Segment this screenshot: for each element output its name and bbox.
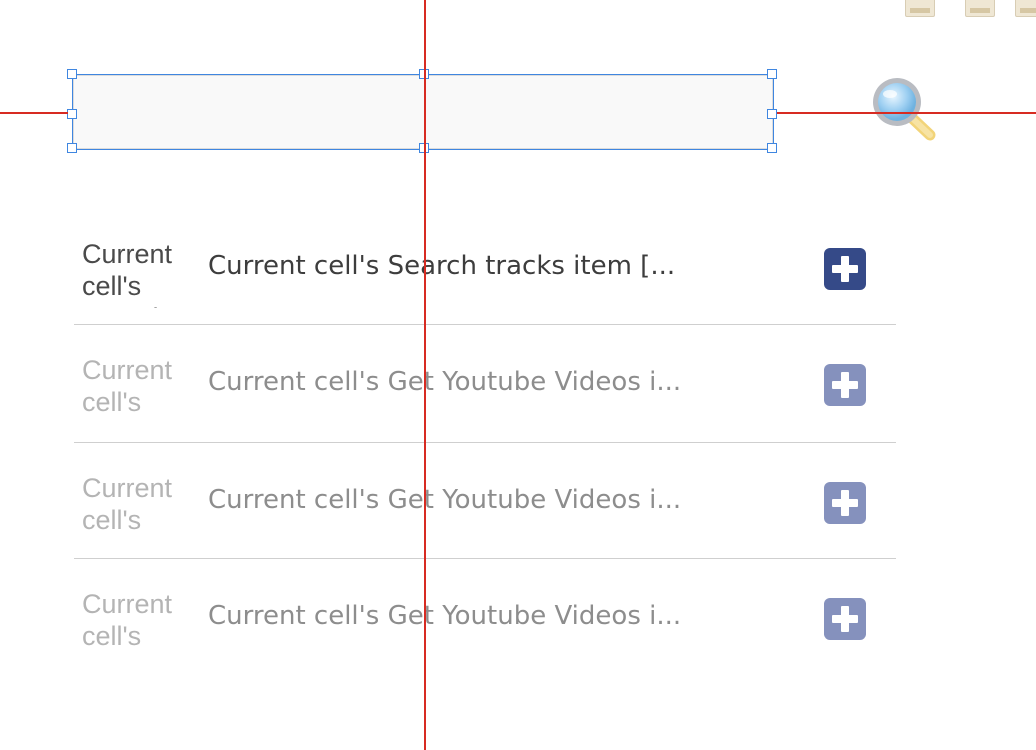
resize-handle-bottom-left[interactable] (67, 143, 77, 153)
row-divider (74, 558, 896, 559)
list-item[interactable]: Current cell's Get Youtube Current cell'… (74, 328, 896, 444)
add-button[interactable] (824, 248, 866, 290)
magnifier-icon[interactable] (866, 72, 942, 148)
design-canvas: Current cell's Search tracks Current cel… (0, 0, 1036, 750)
item-title: Current cell's Get Youtube Videos i... (208, 485, 682, 515)
item-thumbnail-text: Current cell's Get Youtube (82, 355, 173, 424)
search-input[interactable] (72, 74, 774, 150)
add-button[interactable] (824, 364, 866, 406)
vertical-guide-line (424, 0, 426, 750)
item-thumbnail-text: Current cell's Get Youtube (82, 589, 173, 658)
image-thumbnail[interactable] (905, 0, 935, 17)
item-thumbnail-text: Current cell's Get Youtube (82, 473, 173, 542)
item-title: Current cell's Search tracks item [... (208, 251, 676, 281)
resize-handle-top-left[interactable] (67, 69, 77, 79)
resize-handle-bottom-right[interactable] (767, 143, 777, 153)
row-divider (74, 324, 896, 325)
item-title: Current cell's Get Youtube Videos i... (208, 367, 682, 397)
horizontal-guide-line (0, 112, 68, 114)
image-thumbnail[interactable] (1015, 0, 1036, 17)
list-item[interactable]: Current cell's Get Youtube Current cell'… (74, 446, 896, 562)
add-button[interactable] (824, 598, 866, 640)
add-button[interactable] (824, 482, 866, 524)
row-divider (74, 442, 896, 443)
resize-handle-left[interactable] (67, 109, 77, 119)
horizontal-guide-line (777, 112, 1036, 114)
image-thumbnail[interactable] (965, 0, 995, 17)
resize-handle-right[interactable] (767, 109, 777, 119)
item-title: Current cell's Get Youtube Videos i... (208, 601, 682, 631)
item-thumbnail-text: Current cell's Search tracks (82, 239, 173, 308)
list-item[interactable]: Current cell's Search tracks Current cel… (74, 212, 896, 328)
list-item[interactable]: Current cell's Get Youtube Current cell'… (74, 562, 896, 678)
resize-handle-top-right[interactable] (767, 69, 777, 79)
